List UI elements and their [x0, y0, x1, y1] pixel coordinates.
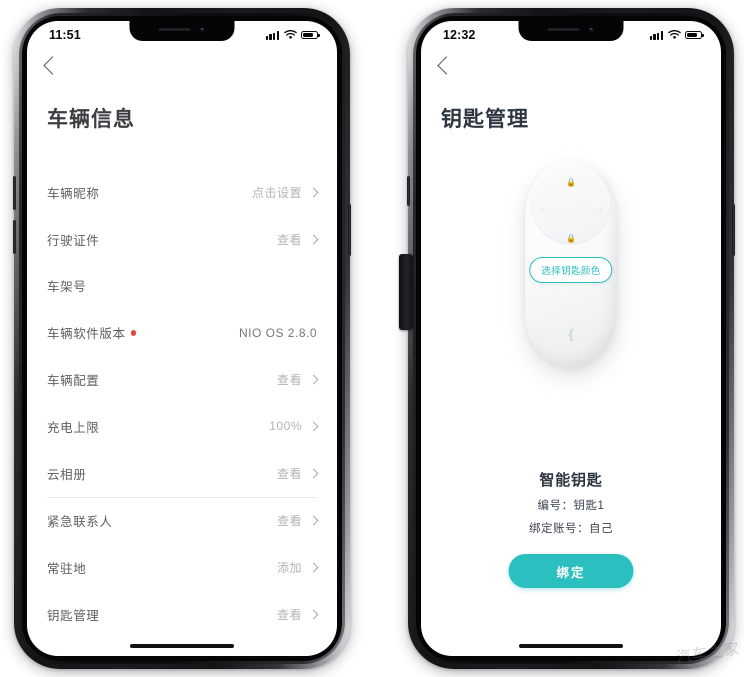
phone1-screen: 11:51 车辆信息 车辆昵称 点击设置 行驶证件 查看 车架号 车辆软件版本 NIO OS…	[27, 21, 337, 656]
list-item-label: 车辆昵称	[47, 183, 99, 202]
phone-key-management: 12:32 钥匙管理 🔒 ← → 🔒 ❴ 选择钥匙颜色 智能钥匙 编号：钥匙1 …	[399, 8, 735, 669]
back-button[interactable]	[437, 56, 456, 75]
chevron-right-icon	[308, 516, 319, 526]
chevron-right-icon	[308, 562, 319, 573]
list-item-label-text: 车辆软件版本	[47, 327, 126, 342]
list-item-label-text: 钥匙管理	[47, 609, 100, 624]
list-item[interactable]: 车辆配置 查看	[27, 356, 337, 403]
list-item[interactable]: 紧急联系人 查看	[27, 498, 337, 545]
key-bound-account: 绑定账号：自己	[529, 523, 613, 535]
list-item-label: 常驻地	[47, 558, 86, 577]
status-bar: 11:51	[27, 21, 337, 47]
key-info-block: 智能钥匙 编号：钥匙1 绑定账号：自己	[421, 469, 721, 536]
list-item-value: 100%	[269, 419, 302, 434]
status-clock: 12:32	[443, 28, 476, 42]
list-item-label: 云相册	[47, 464, 86, 483]
chevron-right-icon	[308, 421, 319, 432]
wifi-icon	[667, 30, 681, 40]
phone-vehicle-info: 11:51 车辆信息 车辆昵称 点击设置 行驶证件 查看 车架号 车辆软件版本 NIO OS…	[13, 8, 351, 669]
list-item-trailing: 查看	[276, 465, 319, 482]
list-item[interactable]: 常驻地 添加	[27, 544, 337, 591]
list-item-label-text: 充电上限	[47, 420, 100, 435]
list-item-trailing: 查看	[276, 606, 319, 623]
status-icons	[649, 30, 704, 40]
page-title: 车辆信息	[47, 108, 135, 131]
list-item-label: 车辆软件版本	[47, 323, 137, 342]
list-item-label: 车架号	[47, 276, 86, 295]
lock-small-icon: 🔒	[566, 234, 576, 243]
home-indicator[interactable]	[519, 644, 623, 648]
chevron-right-icon	[308, 609, 319, 620]
chevron-right-icon	[308, 187, 319, 198]
list-item-label-text: 常驻地	[47, 562, 87, 577]
chevron-right-icon	[308, 468, 319, 479]
list-item-label-text: 云相册	[47, 467, 87, 482]
list-item[interactable]: 车辆昵称 点击设置	[27, 169, 337, 216]
update-badge-icon	[130, 329, 137, 336]
signal-bars-icon	[649, 30, 663, 40]
list-item-label-text: 车架号	[47, 280, 87, 295]
power-button[interactable]	[348, 204, 351, 256]
volume-up-button[interactable]	[13, 176, 16, 210]
list-item[interactable]: 行驶证件 查看	[27, 216, 337, 263]
list-item[interactable]: 充电上限 100%	[27, 403, 337, 450]
phone2-screen: 12:32 钥匙管理 🔒 ← → 🔒 ❴ 选择钥匙颜色 智能钥匙 编号：钥匙1 …	[421, 21, 721, 656]
wifi-icon	[283, 30, 297, 40]
list-item-label: 紧急联系人	[47, 511, 113, 530]
list-item-trailing: 添加	[276, 559, 319, 576]
key-number: 编号：钥匙1	[537, 500, 605, 512]
status-bar: 12:32	[421, 21, 721, 47]
list-item-trailing: 查看	[276, 231, 319, 248]
screenshot-stage: 11:51 车辆信息 车辆昵称 点击设置 行驶证件 查看 车架号 车辆软件版本 NIO OS…	[0, 0, 744, 677]
list-item-value: 查看	[276, 232, 302, 247]
list-item-value: 查看	[276, 466, 302, 481]
battery-icon	[685, 30, 704, 40]
list-item: 车架号	[27, 263, 337, 310]
lock-icon: 🔒	[566, 178, 576, 187]
side-button-protruding[interactable]	[399, 254, 413, 330]
list-item-label-text: 车辆昵称	[47, 186, 100, 201]
brand-logo-icon: ❴	[565, 327, 577, 342]
list-item-label: 钥匙管理	[47, 605, 99, 624]
list-item-trailing: 100%	[269, 419, 319, 434]
chevron-right-icon	[308, 234, 319, 245]
list-item-value: 查看	[276, 608, 302, 623]
list-item-label: 充电上限	[47, 417, 99, 436]
back-button[interactable]	[43, 56, 62, 75]
list-item-value: NIO OS 2.8.0	[238, 325, 317, 340]
list-item-value: 点击设置	[251, 185, 302, 200]
key-name: 智能钥匙	[539, 472, 603, 489]
list-item-value: 查看	[276, 373, 302, 388]
trunk-icon: →	[595, 204, 603, 213]
key-illustration: 🔒 ← → 🔒 ❴ 选择钥匙颜色	[421, 161, 721, 386]
list-item: 车辆软件版本 NIO OS 2.8.0	[27, 309, 337, 356]
list-item-trailing: 查看	[276, 512, 319, 529]
list-item-trailing: NIO OS 2.8.0	[239, 326, 317, 340]
list-item-value: 添加	[276, 561, 302, 576]
bind-button[interactable]: 绑定	[508, 554, 634, 588]
list-item-label: 行驶证件	[47, 230, 99, 249]
volume-down-button[interactable]	[13, 220, 16, 254]
list-item[interactable]: 钥匙管理 查看	[27, 591, 337, 638]
list-item-value: 查看	[276, 514, 302, 529]
select-key-color-button[interactable]: 选择钥匙颜色	[529, 257, 613, 283]
status-icons	[265, 30, 320, 40]
list-item-label-text: 行驶证件	[47, 233, 100, 248]
signal-bars-icon	[265, 30, 279, 40]
list-item-label-text: 车辆配置	[47, 374, 100, 389]
list-item-trailing: 查看	[276, 371, 319, 388]
power-button[interactable]	[732, 204, 735, 256]
unlock-icon: ←	[539, 204, 547, 213]
list-item-label: 车辆配置	[47, 370, 99, 389]
list-item[interactable]: 云相册 查看	[27, 450, 337, 497]
vehicle-info-list: 车辆昵称 点击设置 行驶证件 查看 车架号 车辆软件版本 NIO OS 2.8.0 车辆配置查…	[27, 169, 337, 638]
battery-icon	[301, 30, 320, 40]
list-item-label-text: 紧急联系人	[47, 515, 113, 530]
volume-up-button[interactable]	[407, 176, 410, 206]
chevron-right-icon	[308, 374, 319, 385]
list-item-trailing: 点击设置	[251, 184, 319, 201]
home-indicator[interactable]	[130, 644, 234, 648]
status-clock: 11:51	[49, 28, 81, 42]
page-title: 钥匙管理	[441, 108, 529, 131]
